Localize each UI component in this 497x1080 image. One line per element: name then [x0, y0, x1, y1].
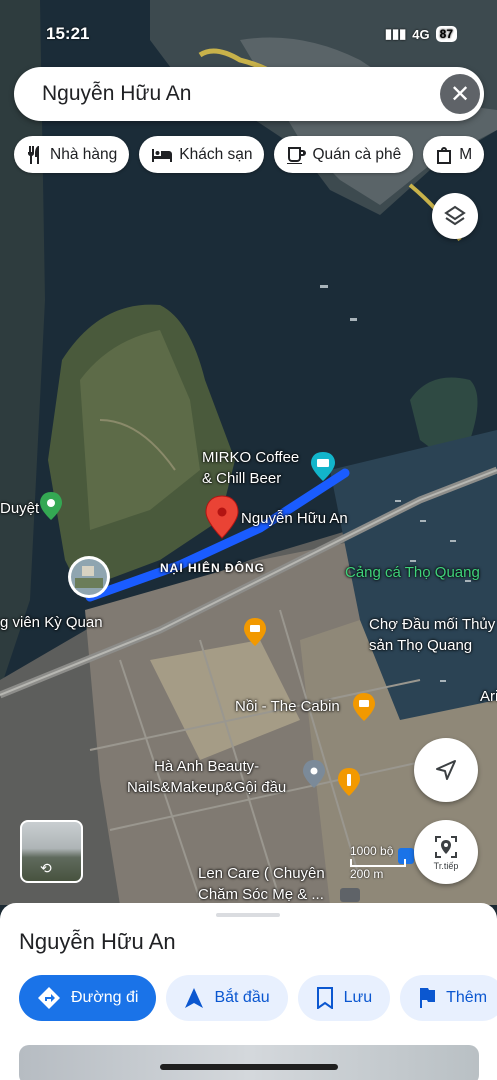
search-bar[interactable]: Nguyễn Hữu An ✕ — [14, 67, 484, 121]
map-label-mirko[interactable]: MIRKO Coffee & Chill Beer — [202, 447, 299, 489]
battery-icon: 87 — [435, 26, 457, 42]
shopping-bag-icon — [437, 146, 452, 164]
chip-restaurants[interactable]: Nhà hàng — [14, 136, 130, 173]
street-view-thumbnail[interactable]: ⟲ — [20, 820, 83, 883]
map-label-ky-quan[interactable]: g viên Kỳ Quan — [0, 614, 103, 631]
photo-preview[interactable] — [19, 1045, 479, 1080]
start-button[interactable]: Bắt đầu — [166, 975, 288, 1021]
chip-cafes[interactable]: Quán cà phê — [274, 136, 414, 173]
save-label: Lưu — [343, 989, 373, 1006]
map-label-cabin[interactable]: Nồi - The Cabin — [235, 698, 340, 715]
drag-handle[interactable] — [216, 913, 280, 917]
layers-button[interactable] — [432, 193, 478, 239]
live-view-icon — [435, 835, 457, 858]
hotel-icon — [152, 148, 173, 162]
category-chips: Nhà hàng Khách sạn Quán cà phê M — [14, 136, 485, 173]
action-buttons: Đường đi Bắt đầu Lưu Thêm — [19, 975, 497, 1021]
restaurant-icon — [27, 145, 39, 164]
chip-label: Khách sạn — [179, 145, 253, 163]
chip-label: Quán cà phê — [312, 145, 402, 163]
scale-feet: 1000 bộ — [350, 844, 394, 858]
street-view-icon: ⟲ — [40, 860, 52, 876]
map-label-market[interactable]: Chợ Đầu mối Thủy sản Thọ Quang — [369, 614, 495, 656]
chip-shopping[interactable]: M — [423, 136, 485, 173]
navigation-arrow-icon — [185, 988, 204, 1008]
signal-icon: ▮▮▮ — [384, 26, 407, 41]
chip-label: Nhà hàng — [50, 145, 118, 163]
bookmark-icon — [316, 987, 333, 1009]
scale-meters: 200 m — [350, 867, 384, 881]
map-label-port[interactable]: Cảng cá Thọ Quang — [345, 564, 480, 581]
directions-icon — [38, 987, 60, 1009]
place-title: Nguyễn Hữu An — [19, 929, 176, 954]
search-input[interactable]: Nguyễn Hữu An — [42, 82, 191, 106]
layers-icon — [444, 205, 466, 226]
map-label-street: Nguyễn Hữu An — [241, 510, 348, 527]
live-view-label: Tr.tiếp — [433, 860, 459, 871]
poi-icon — [340, 888, 360, 902]
directions-label: Đường đi — [71, 989, 139, 1006]
my-location-button[interactable] — [414, 738, 478, 802]
status-bar: 15:21 ▮▮▮ 4G 87 — [46, 22, 457, 46]
network-label: 4G — [412, 26, 430, 42]
save-button[interactable]: Lưu — [297, 975, 391, 1021]
coffee-icon — [287, 146, 307, 164]
map-label-ari[interactable]: Ari — [480, 688, 497, 705]
map-label-duyet[interactable]: Duyệt — [0, 500, 39, 517]
navigation-arrow-icon — [436, 760, 456, 780]
more-label: Thêm — [446, 989, 488, 1006]
start-label: Bắt đầu — [214, 989, 270, 1006]
close-button[interactable]: ✕ — [440, 74, 480, 114]
map-label-beauty[interactable]: Hà Anh Beauty- Nails&Makeup&Gội đầu — [127, 756, 286, 798]
directions-button[interactable]: Đường đi — [19, 975, 157, 1021]
chip-label: M — [459, 145, 473, 163]
home-indicator — [160, 1064, 338, 1070]
map-scale: 1000 bộ 200 m — [350, 844, 406, 881]
chip-hotels[interactable]: Khách sạn — [139, 136, 265, 173]
live-view-button[interactable]: Tr.tiếp — [414, 820, 478, 884]
close-icon: ✕ — [449, 80, 471, 108]
status-time: 15:21 — [46, 24, 90, 43]
more-button[interactable]: Thêm — [400, 975, 497, 1021]
flag-icon — [420, 988, 436, 1008]
map-label-district: NẠI HIÊN ĐÔNG — [160, 561, 266, 575]
place-bottom-sheet[interactable]: Nguyễn Hữu An Đường đi Bắt đầu Lưu Thêm — [0, 903, 497, 1080]
map-label-len-care[interactable]: Len Care ( Chuyên Chăm Sóc Mẹ & ... — [198, 863, 325, 905]
